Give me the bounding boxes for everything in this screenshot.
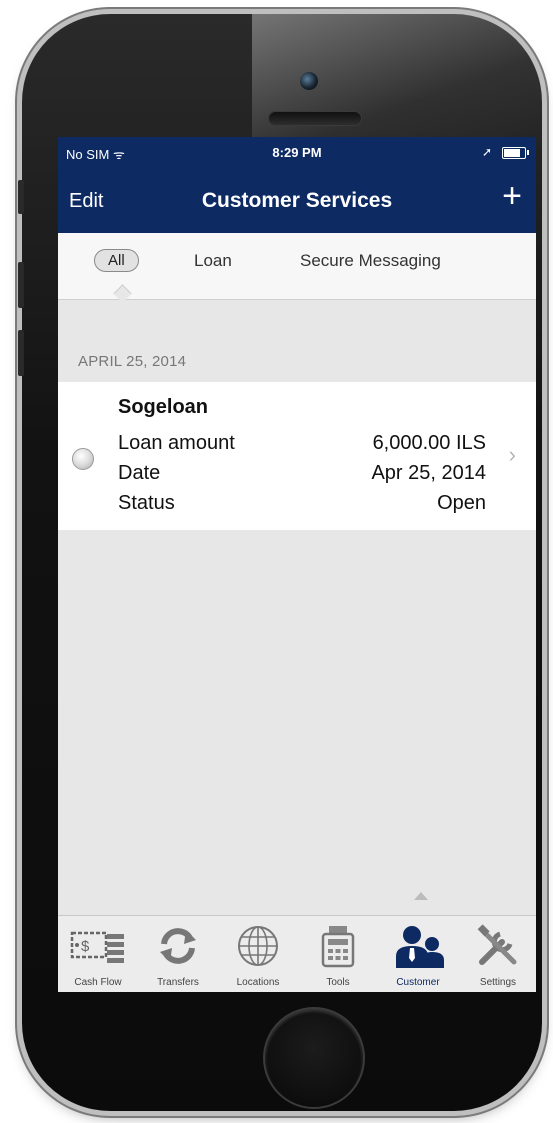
tab-tools[interactable]: Tools — [298, 916, 378, 992]
tab-settings[interactable]: Settings — [458, 916, 536, 992]
customer-icon — [396, 926, 444, 968]
status-value: Open — [437, 492, 486, 514]
clock: 8:29 PM — [272, 145, 322, 160]
tools-icon — [477, 924, 517, 965]
date-label: Date — [118, 462, 161, 484]
tab-label: Locations — [236, 977, 280, 988]
earpiece-speaker — [268, 111, 362, 126]
calculator-icon — [321, 926, 355, 968]
add-icon[interactable]: + — [502, 179, 522, 213]
tab-cash-flow[interactable]: $ Cash Flow — [58, 916, 138, 992]
battery-icon — [502, 147, 529, 159]
item-title: Sogeloan — [118, 396, 209, 418]
loan-amount-label: Loan amount — [118, 432, 235, 454]
date-value: Apr 25, 2014 — [371, 462, 486, 484]
filter-tab-loan[interactable]: Loan — [194, 251, 232, 271]
transfers-icon — [160, 928, 196, 964]
tab-label: Settings — [479, 977, 517, 988]
navigation-bar: Edit Customer Services + — [58, 167, 536, 233]
section-date-header: APRIL 25, 2014 — [78, 353, 187, 370]
status-label: Status — [118, 492, 175, 514]
tab-transfers[interactable]: Transfers — [138, 916, 218, 992]
tab-label: Transfers — [157, 977, 199, 988]
svg-text:$: $ — [81, 938, 90, 955]
cash-flow-icon: $ — [70, 931, 124, 963]
loan-amount-value: 6,000.00 ILS — [372, 432, 486, 454]
tab-customer[interactable]: Customer — [378, 916, 458, 992]
page-title: Customer Services — [201, 189, 393, 212]
globe-icon — [238, 926, 278, 966]
tab-label: Customer — [396, 977, 440, 988]
tab-bar: $ Cash Flow Transfers Locations Tools Cu… — [58, 915, 536, 992]
radio-button[interactable] — [72, 448, 94, 470]
screen-glare — [252, 14, 542, 154]
app-screen: No SIM ᯤ 8:29 PM ➚ Edit Customer Service… — [58, 137, 536, 992]
front-camera — [300, 72, 318, 90]
volume-up-button — [18, 262, 24, 308]
active-tab-pointer — [414, 892, 428, 900]
filter-tab-all[interactable]: All — [94, 249, 139, 272]
home-button[interactable] — [265, 1009, 363, 1107]
filter-segment-bar: All Loan Secure Messaging — [58, 233, 536, 300]
tab-locations[interactable]: Locations — [218, 916, 298, 992]
mute-switch — [18, 180, 24, 214]
tab-label: Tools — [326, 977, 350, 988]
status-bar: No SIM ᯤ 8:29 PM ➚ — [58, 137, 536, 167]
tab-label: Cash Flow — [74, 977, 122, 988]
volume-down-button — [18, 330, 24, 376]
filter-tab-secure-messaging[interactable]: Secure Messaging — [300, 251, 441, 271]
list-item[interactable]: Sogeloan Loan amount 6,000.00 ILS Date A… — [58, 382, 536, 530]
location-arrow-icon: ➚ — [481, 145, 492, 159]
chevron-right-icon: › — [508, 442, 516, 467]
